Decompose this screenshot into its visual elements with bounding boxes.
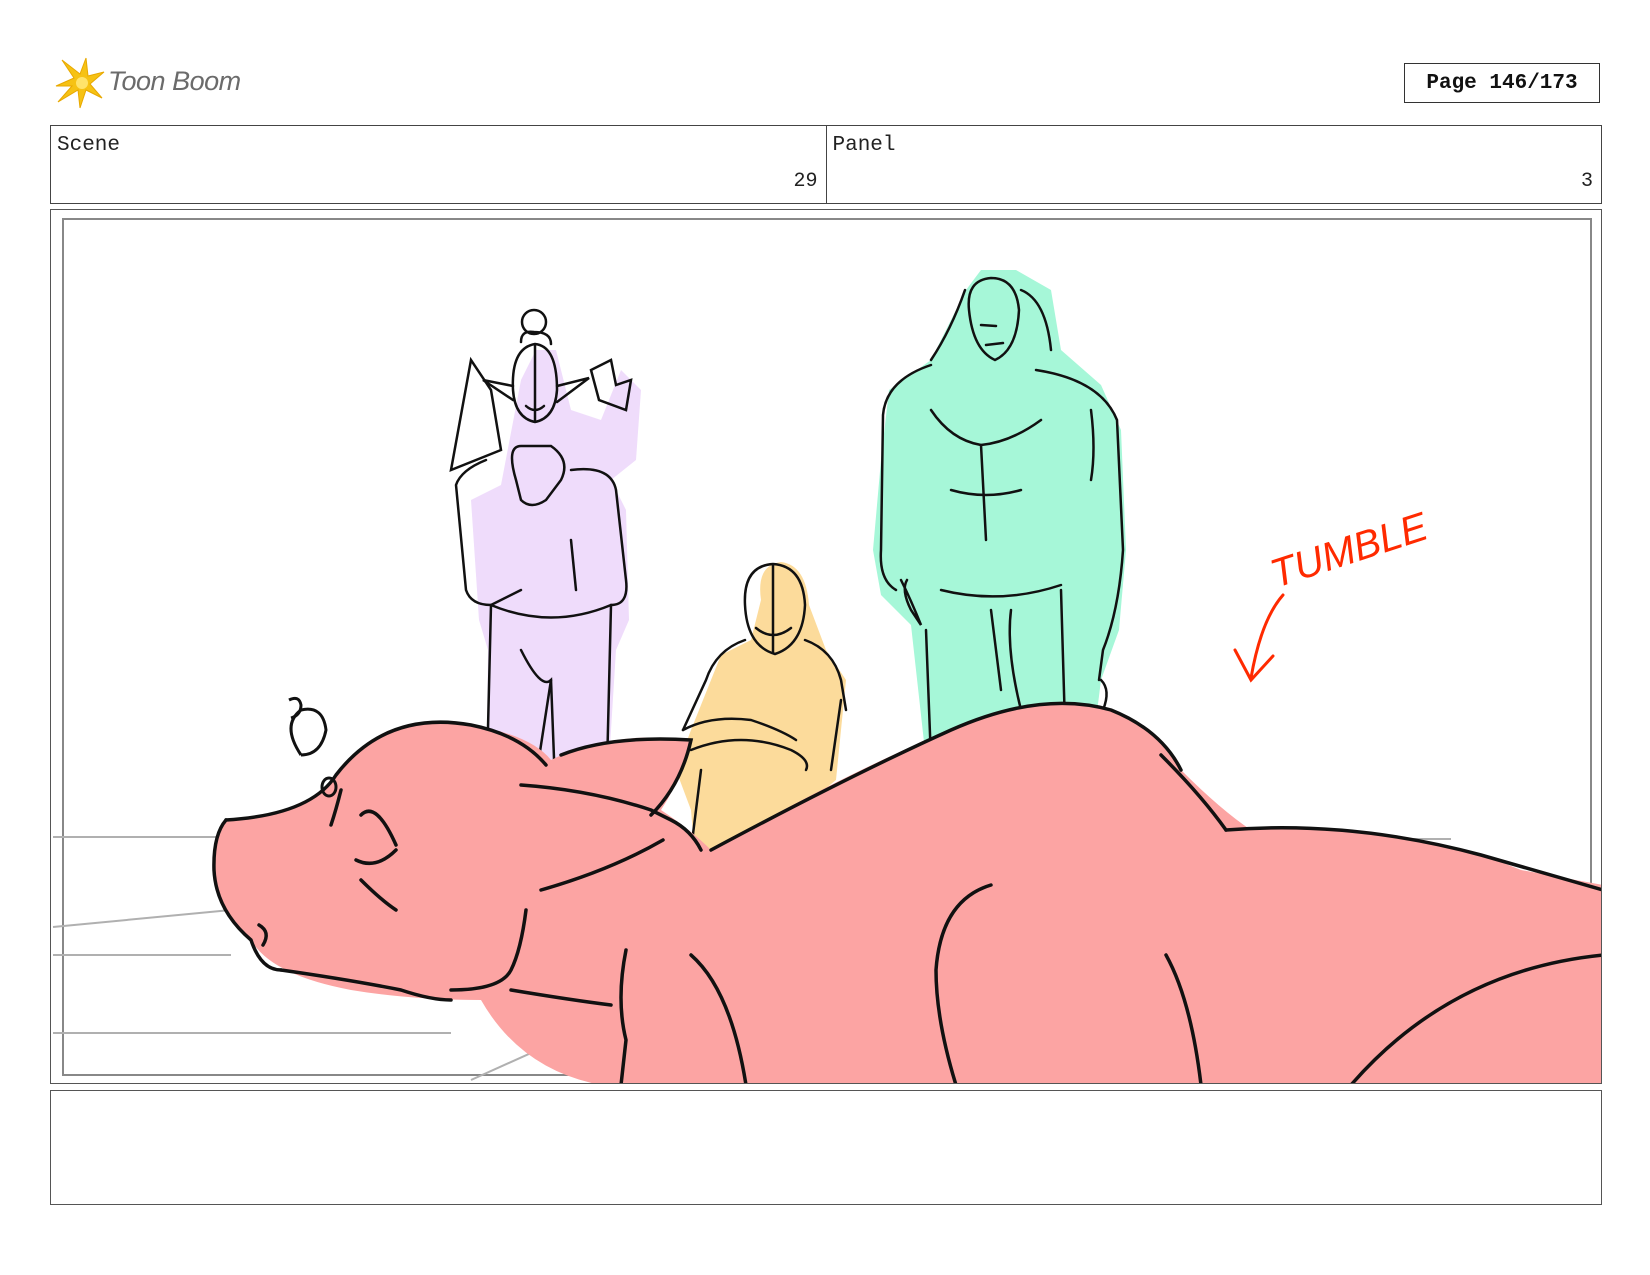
scene-label: Scene	[57, 134, 121, 157]
storyboard-panel: TUMBLE	[50, 209, 1602, 1084]
tumble-arrow	[1233, 593, 1285, 683]
panel-drawing: TUMBLE	[52, 218, 1601, 1083]
notes-box[interactable]	[50, 1090, 1602, 1205]
page-indicator: Page 146/173	[1404, 63, 1600, 103]
green-character	[873, 270, 1126, 762]
scene-panel-info: Scene 29 Panel 3	[50, 125, 1602, 204]
panel-label: Panel	[832, 134, 896, 157]
panel-cell: Panel 3	[825, 126, 1602, 203]
sleep-bubbles	[288, 696, 338, 798]
panel-number: 3	[1580, 170, 1593, 193]
scene-number: 29	[793, 170, 818, 193]
logo-text: Toon Boom	[108, 66, 241, 96]
tumble-annotation: TUMBLE	[1265, 504, 1434, 596]
pink-creature	[212, 701, 1601, 1083]
scene-cell: Scene 29	[51, 126, 826, 203]
starburst-icon	[55, 57, 105, 109]
toon-boom-logo: Toon Boom	[52, 56, 262, 112]
